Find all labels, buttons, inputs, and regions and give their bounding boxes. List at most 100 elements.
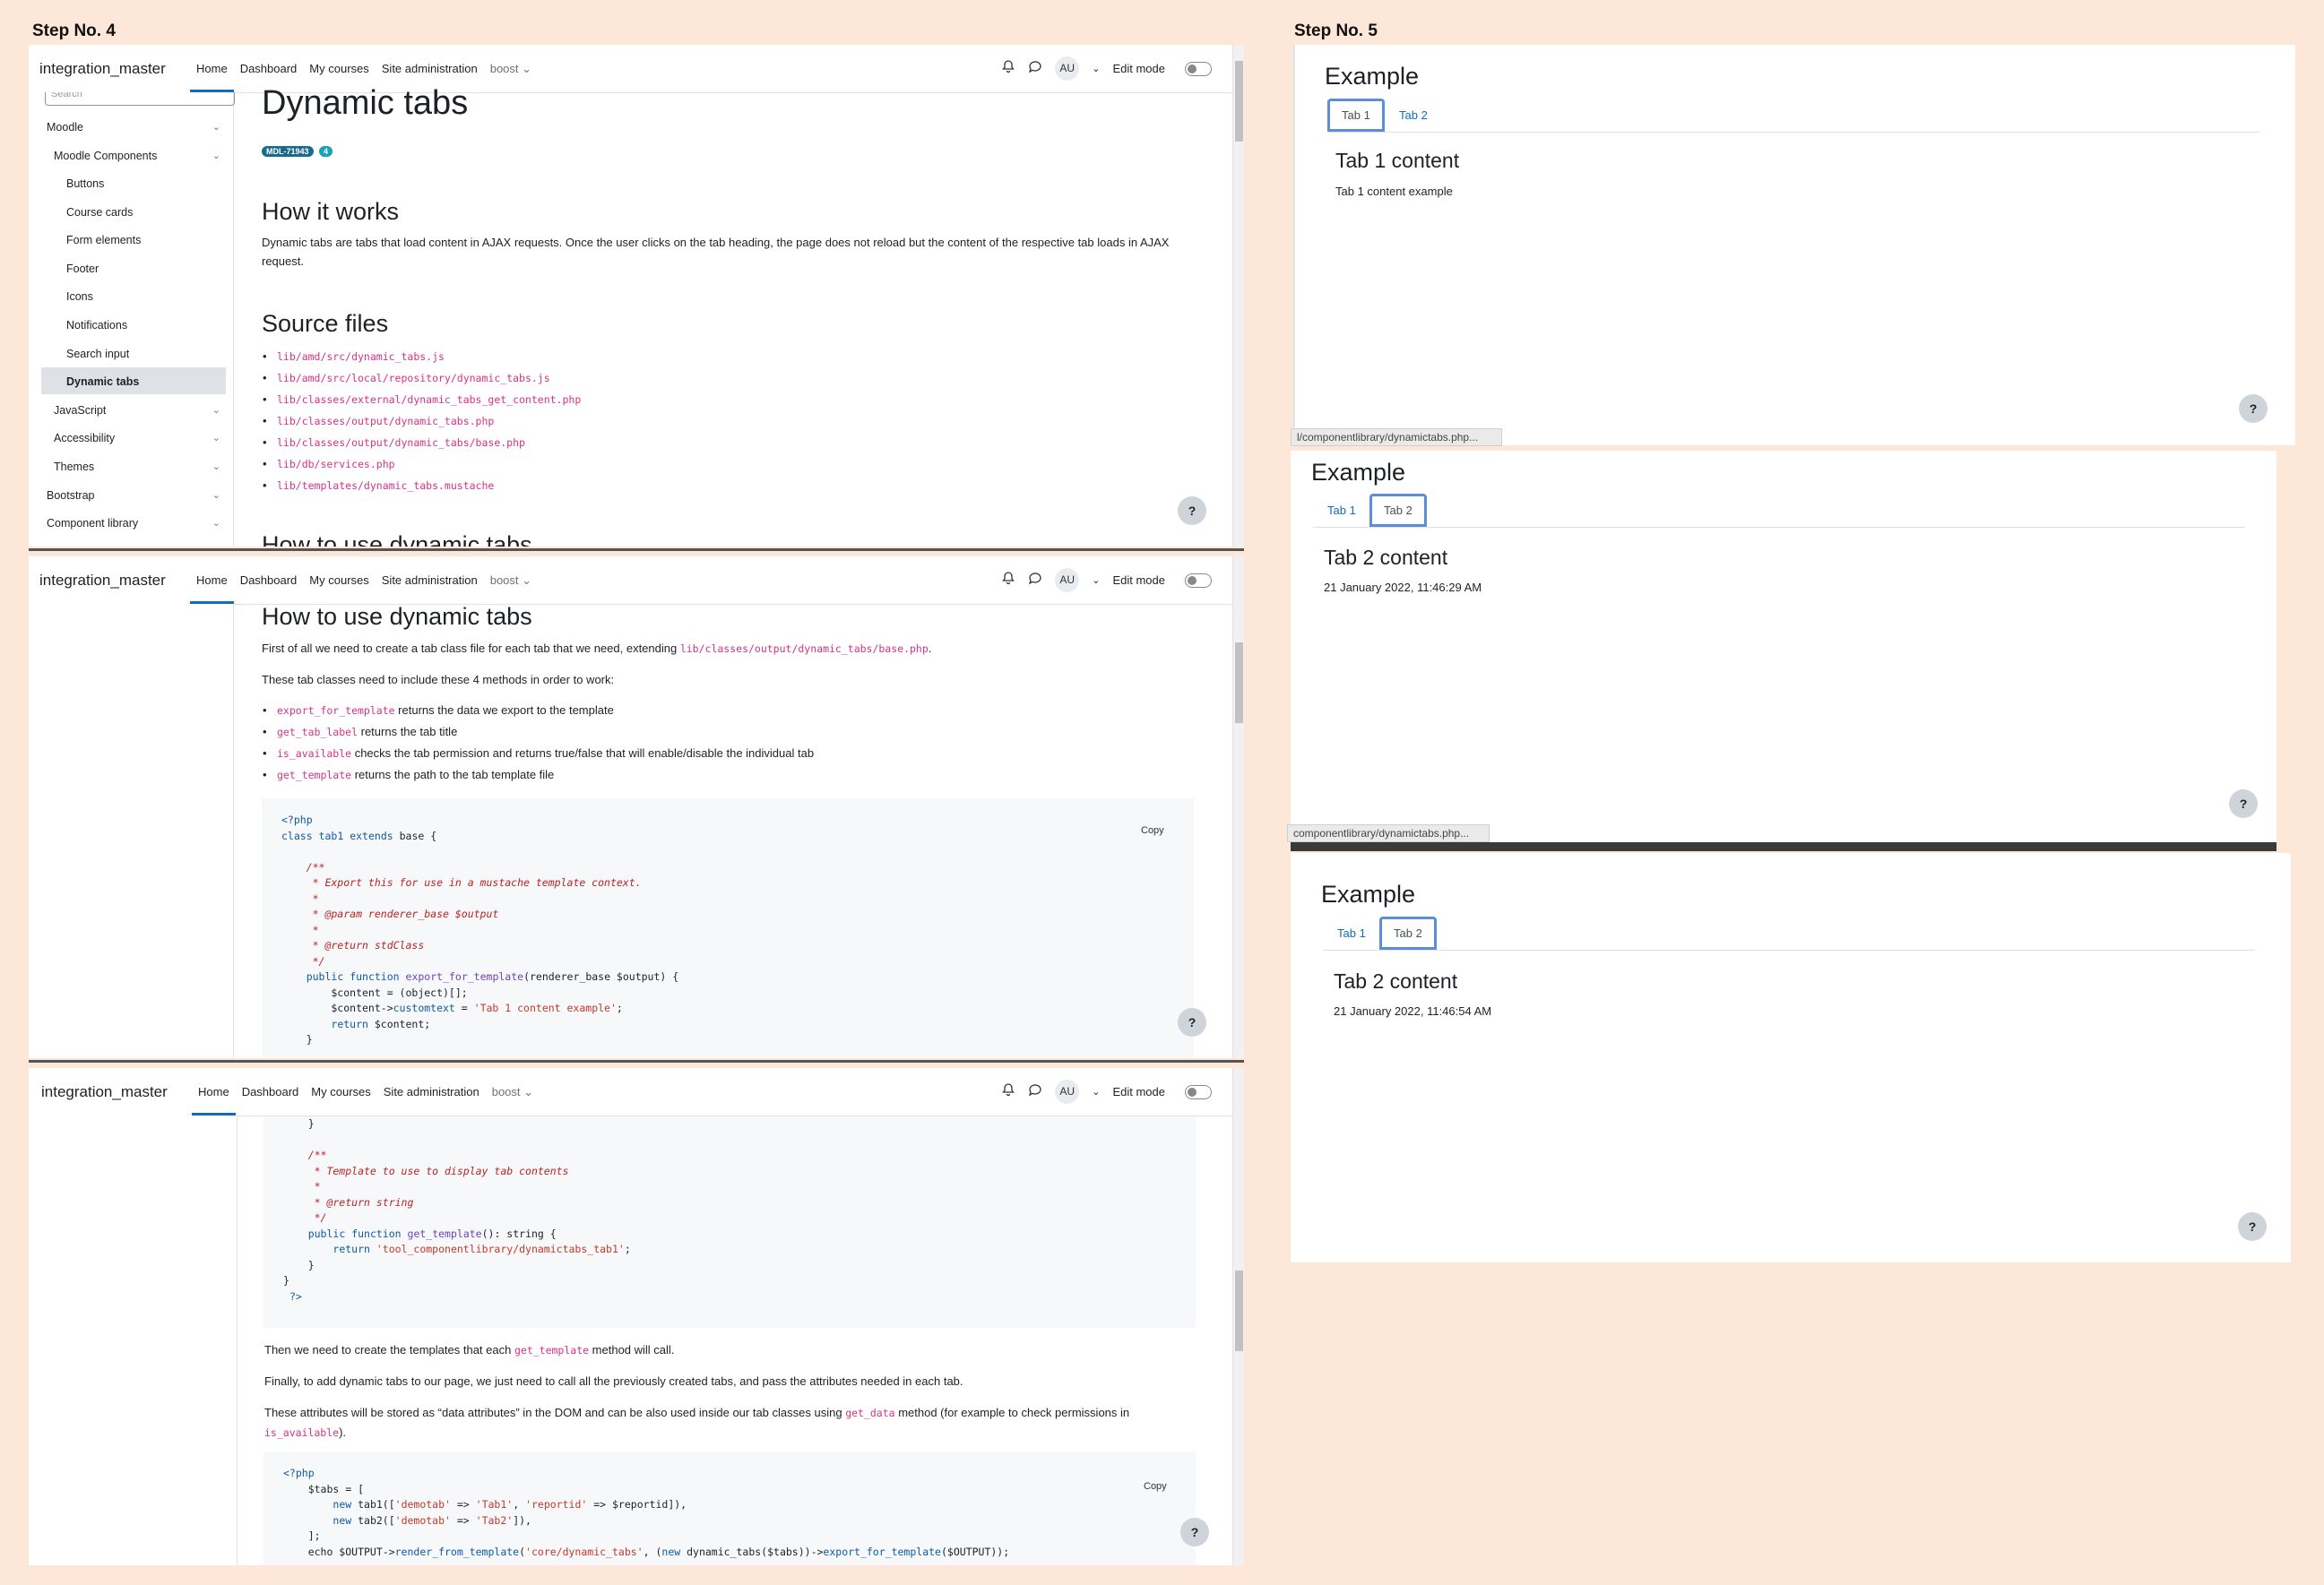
source-file-link[interactable]: lib/db/services.php [277,458,395,470]
sidebar-item-footer[interactable]: Footer [66,263,99,275]
sidebar-item-buttons[interactable]: Buttons [66,177,104,190]
sidebar-item-label: Moodle Components [54,150,158,162]
sidebar-item-moodle-components[interactable]: Moodle Components ⌄ [54,150,226,162]
then-post: method will call. [589,1343,675,1357]
sidebar-item-notifications[interactable]: Notifications [66,319,127,332]
chat-icon[interactable] [1028,1082,1042,1101]
browser-frame-2: integration_master Home Dashboard My cou… [29,556,1244,1058]
tab-content-heading: Tab 1 content [1335,149,1460,172]
help-button[interactable]: ? [1180,1518,1209,1546]
sidebar-item-themes[interactable]: Themes ⌄ [54,461,226,473]
sidebar-item-label: Themes [54,461,95,473]
example-frame-3: Example Tab 1 Tab 2 Tab 2 content 21 Jan… [1291,853,2291,1262]
sidebar-item-form-elements[interactable]: Form elements [66,234,141,246]
source-file-link[interactable]: lib/classes/external/dynamic_tabs_get_co… [277,393,581,406]
code-block-usage: <?php $tabs = [ new tab1(['demotab' => '… [264,1451,1196,1565]
scrollbar[interactable] [1232,45,1244,547]
methods-intro-text: These tab classes need to include these … [262,673,615,686]
source-file-link[interactable]: lib/templates/dynamic_tabs.mustache [277,479,494,492]
code-block-tab-class-end: } /** * Template to use to display tab c… [264,1116,1196,1328]
navbar: integration_master Home Dashboard My cou… [29,45,1244,93]
edit-mode-toggle[interactable] [1185,573,1212,588]
chat-icon[interactable] [1028,59,1042,78]
chat-icon[interactable] [1028,571,1042,590]
bell-icon[interactable] [1001,59,1015,78]
source-files-heading: Source files [262,310,389,337]
tab-2[interactable]: Tab 2 [1369,494,1427,527]
browser-frame-3: integration_master Home Dashboard My cou… [29,1068,1244,1565]
edit-mode-toggle[interactable] [1185,61,1212,76]
step-5-label: Step No. 5 [1294,22,1378,40]
sidebar-item-accessibility[interactable]: Accessibility ⌄ [54,432,226,444]
nav-theme-menu[interactable]: boost ⌄ [486,1068,540,1116]
source-file-link[interactable]: lib/amd/src/dynamic_tabs.js [277,350,445,363]
source-file-link[interactable]: lib/classes/output/dynamic_tabs/base.php [277,436,525,449]
chevron-down-icon[interactable]: ⌄ [1092,574,1100,586]
nav-home[interactable]: Home [192,1068,236,1116]
scrollbar-thumb[interactable] [1235,61,1243,142]
page-title: Dynamic tabs [262,84,469,122]
help-button[interactable]: ? [2238,1212,2267,1241]
nav-my-courses[interactable]: My courses [305,1068,376,1116]
sidebar-item-search-input[interactable]: Search input [66,348,129,360]
nav-site-administration[interactable]: Site administration [377,1068,486,1116]
tab-2[interactable]: Tab 2 [1379,917,1437,950]
nav-theme-menu[interactable]: boost ⌄ [484,556,538,604]
scrollbar[interactable] [1232,556,1244,1058]
sidebar-item-course-cards[interactable]: Course cards [66,206,133,219]
site-brand[interactable]: integration_master [39,60,190,78]
help-button[interactable]: ? [2229,789,2258,818]
method-name: get_template [277,769,352,781]
copy-button[interactable]: Copy [1144,1481,1167,1492]
sidebar-item-javascript[interactable]: JavaScript ⌄ [54,404,226,417]
scrollbar-thumb[interactable] [1235,1271,1243,1351]
chevron-down-icon[interactable]: ⌄ [1092,1086,1100,1098]
scrollbar-thumb[interactable] [1235,642,1243,723]
nav-dashboard[interactable]: Dashboard [236,1068,306,1116]
theme-label: boost [489,62,519,75]
help-button[interactable]: ? [1178,1008,1206,1037]
scrollbar[interactable] [1232,1068,1244,1565]
tab-2[interactable]: Tab 2 [1385,99,1442,132]
source-file-link[interactable]: lib/classes/output/dynamic_tabs.php [277,415,494,427]
example-frame-1: Example Tab 1 Tab 2 Tab 1 content Tab 1 … [1292,45,2295,445]
nav-home[interactable]: Home [190,556,234,604]
sidebar-item-label: Accessibility [54,432,116,444]
sidebar-item-label: Moodle [47,121,83,134]
nav-home[interactable]: Home [190,45,234,92]
tab-1[interactable]: Tab 1 [1313,494,1370,527]
nav-site-administration[interactable]: Site administration [376,556,484,604]
sidebar-item-moodle[interactable]: Moodle ⌄ [47,121,226,134]
edit-mode-label: Edit mode [1112,1085,1165,1098]
sidebar-item-dynamic-tabs[interactable]: Dynamic tabs [66,375,139,388]
bell-icon[interactable] [1001,1082,1015,1101]
sidebar-item-icons[interactable]: Icons [66,290,93,303]
nav-dashboard[interactable]: Dashboard [234,556,304,604]
chevron-down-icon[interactable]: ⌄ [1092,63,1100,74]
sidebar-item-bootstrap[interactable]: Bootstrap ⌄ [47,489,226,502]
attrs-pre: These attributes will be stored as “data… [264,1406,846,1419]
edit-mode-toggle[interactable] [1185,1084,1212,1099]
example-title: Example [1321,881,1416,908]
user-avatar[interactable]: AU [1055,56,1080,81]
intro-post: . [928,642,932,655]
copy-button[interactable]: Copy [1141,825,1164,836]
site-brand[interactable]: integration_master [41,1083,192,1101]
tab-divider [1313,527,2245,528]
edit-mode-label: Edit mode [1112,573,1165,587]
sidebar-search-input[interactable]: Search [45,92,235,106]
tracker-badge[interactable]: MDL-71943 [262,146,314,157]
user-avatar[interactable]: AU [1055,568,1080,592]
site-brand[interactable]: integration_master [39,572,190,590]
tab-1[interactable]: Tab 1 [1327,99,1385,132]
nav-theme-menu[interactable]: boost ⌄ [484,45,538,92]
nav-my-courses[interactable]: My courses [303,556,375,604]
source-file-link[interactable]: lib/amd/src/local/repository/dynamic_tab… [277,372,550,384]
help-button[interactable]: ? [1178,496,1206,525]
help-button[interactable]: ? [2239,394,2268,423]
sidebar-item-component-library[interactable]: Component library ⌄ [47,517,226,530]
user-avatar[interactable]: AU [1055,1080,1080,1104]
tab-1[interactable]: Tab 1 [1323,917,1380,950]
bell-icon[interactable] [1001,571,1015,590]
sidebar: Search Moodle ⌄ Moodle Components ⌄ Button… [29,92,235,547]
